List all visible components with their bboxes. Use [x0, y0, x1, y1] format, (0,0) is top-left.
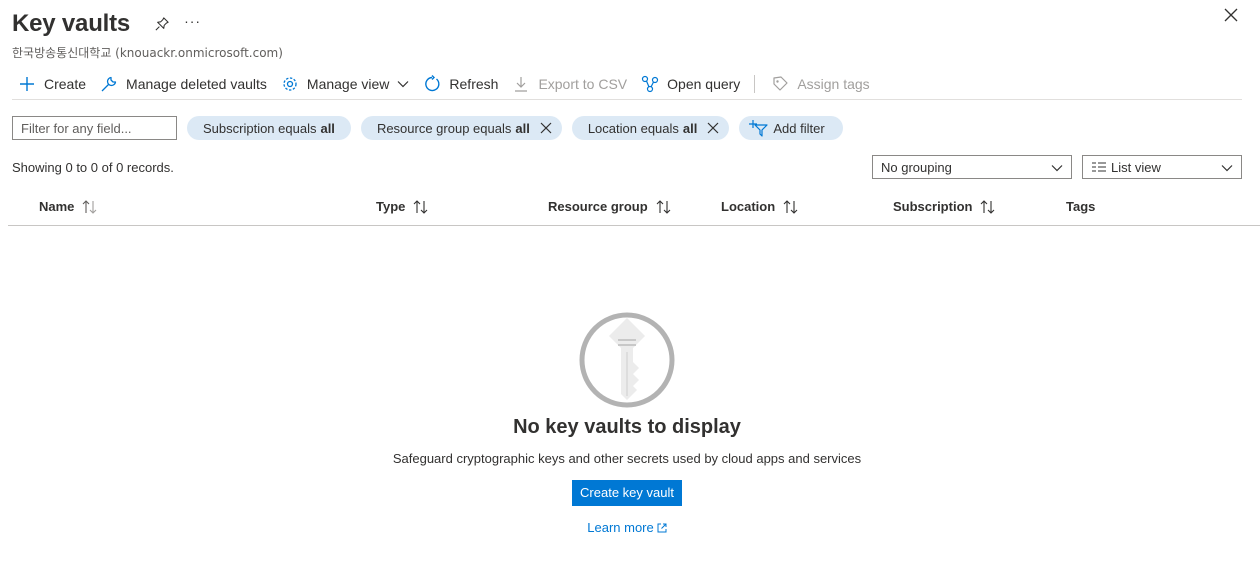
- sort-icon: [783, 199, 799, 214]
- chevron-down-icon: [397, 75, 409, 93]
- column-label: Subscription: [893, 199, 973, 214]
- add-filter-icon: [749, 119, 769, 137]
- open-query-button[interactable]: Open query: [635, 69, 748, 99]
- close-icon[interactable]: [707, 122, 719, 134]
- sort-icon: [980, 199, 996, 214]
- filter-bar: Subscription equalsall Resource group eq…: [12, 116, 853, 140]
- command-bar: Create Manage deleted vaults Manage view…: [12, 68, 1242, 100]
- manage-deleted-label: Manage deleted vaults: [126, 75, 267, 92]
- empty-state-description: Safeguard cryptographic keys and other s…: [392, 451, 862, 466]
- external-link-icon: [657, 523, 667, 533]
- column-label: Resource group: [548, 199, 648, 214]
- view-value: List view: [1111, 159, 1161, 175]
- export-csv-button[interactable]: Export to CSV: [506, 69, 635, 99]
- page-title: Key vaults: [12, 10, 131, 37]
- empty-state-title: No key vaults to display: [513, 416, 741, 438]
- column-label: Name: [39, 199, 75, 214]
- refresh-label: Refresh: [449, 75, 499, 92]
- list-view-icon: [1091, 161, 1107, 173]
- grouping-dropdown[interactable]: No grouping: [872, 155, 1072, 179]
- sort-icon: [413, 199, 429, 214]
- create-label: Create: [44, 75, 87, 92]
- chevron-down-icon: [1221, 160, 1233, 175]
- learn-more-label: Learn more: [587, 520, 654, 535]
- gear-icon: [281, 75, 299, 93]
- sort-icon: [656, 199, 672, 214]
- column-header-name[interactable]: Name: [39, 199, 98, 214]
- assign-tags-button[interactable]: Assign tags: [765, 69, 877, 99]
- refresh-button[interactable]: Refresh: [417, 69, 506, 99]
- add-filter-label: Add filter: [773, 120, 825, 136]
- tenant-subtitle: 한국방송통신대학교 (knouackr.onmicrosoft.com): [12, 46, 283, 60]
- column-header-type[interactable]: Type: [376, 199, 429, 214]
- table-header: Name Type Resource group Location Subscr…: [8, 192, 1260, 226]
- filter-pill-subscription[interactable]: Subscription equals all: [187, 116, 351, 140]
- filter-pill-value: all: [682, 120, 698, 136]
- create-key-vault-button[interactable]: Create key vault: [572, 480, 682, 506]
- grouping-value: No grouping: [881, 159, 952, 175]
- column-header-tags: Tags: [1066, 199, 1095, 214]
- create-button[interactable]: Create: [12, 69, 94, 99]
- tag-icon: [771, 75, 789, 93]
- manage-view-button[interactable]: Manage view: [275, 69, 418, 99]
- filter-pill-value: all: [320, 120, 335, 136]
- manage-deleted-vaults-button[interactable]: Manage deleted vaults: [94, 69, 275, 99]
- filter-input[interactable]: [12, 116, 177, 140]
- empty-state: No key vaults to display Safeguard crypt…: [0, 310, 1254, 537]
- filter-pill-location[interactable]: Location equals all: [571, 116, 730, 140]
- assign-tags-label: Assign tags: [797, 75, 870, 92]
- more-options-icon[interactable]: ···: [184, 13, 201, 29]
- plus-icon: [18, 75, 36, 93]
- view-dropdown[interactable]: List view: [1082, 155, 1242, 179]
- close-icon[interactable]: [540, 122, 552, 134]
- learn-more-link[interactable]: Learn more: [587, 520, 667, 535]
- query-icon: [641, 75, 659, 93]
- key-icon: [577, 310, 677, 410]
- export-csv-label: Export to CSV: [538, 75, 628, 92]
- filter-pill-value: all: [515, 120, 530, 136]
- open-query-label: Open query: [667, 75, 741, 92]
- filter-pill-resource-group[interactable]: Resource group equals all: [360, 116, 562, 140]
- column-header-resource-group[interactable]: Resource group: [548, 199, 672, 214]
- manage-view-label: Manage view: [306, 75, 390, 92]
- page-header: Key vaults ··· 한국방송통신대학교 (knouackr.onmic…: [12, 8, 1248, 60]
- chevron-down-icon: [1051, 160, 1063, 175]
- column-header-location[interactable]: Location: [721, 199, 799, 214]
- sort-icon: [82, 199, 98, 214]
- column-header-subscription[interactable]: Subscription: [893, 199, 996, 214]
- column-label: Tags: [1066, 199, 1096, 214]
- toolbar-divider: [754, 74, 756, 93]
- column-label: Type: [376, 199, 406, 214]
- close-icon[interactable]: [1224, 8, 1240, 24]
- add-filter-button[interactable]: Add filter: [739, 116, 843, 140]
- filter-pill-label: Resource group equals: [376, 120, 512, 136]
- wrench-icon: [100, 75, 118, 93]
- filter-pill-label: Location equals: [587, 120, 679, 136]
- pin-icon[interactable]: [154, 16, 170, 32]
- filter-pill-label: Subscription equals: [203, 120, 317, 136]
- records-count: Showing 0 to 0 of 0 records.: [12, 160, 174, 175]
- download-icon: [512, 75, 530, 93]
- column-label: Location: [721, 199, 776, 214]
- refresh-icon: [423, 74, 441, 93]
